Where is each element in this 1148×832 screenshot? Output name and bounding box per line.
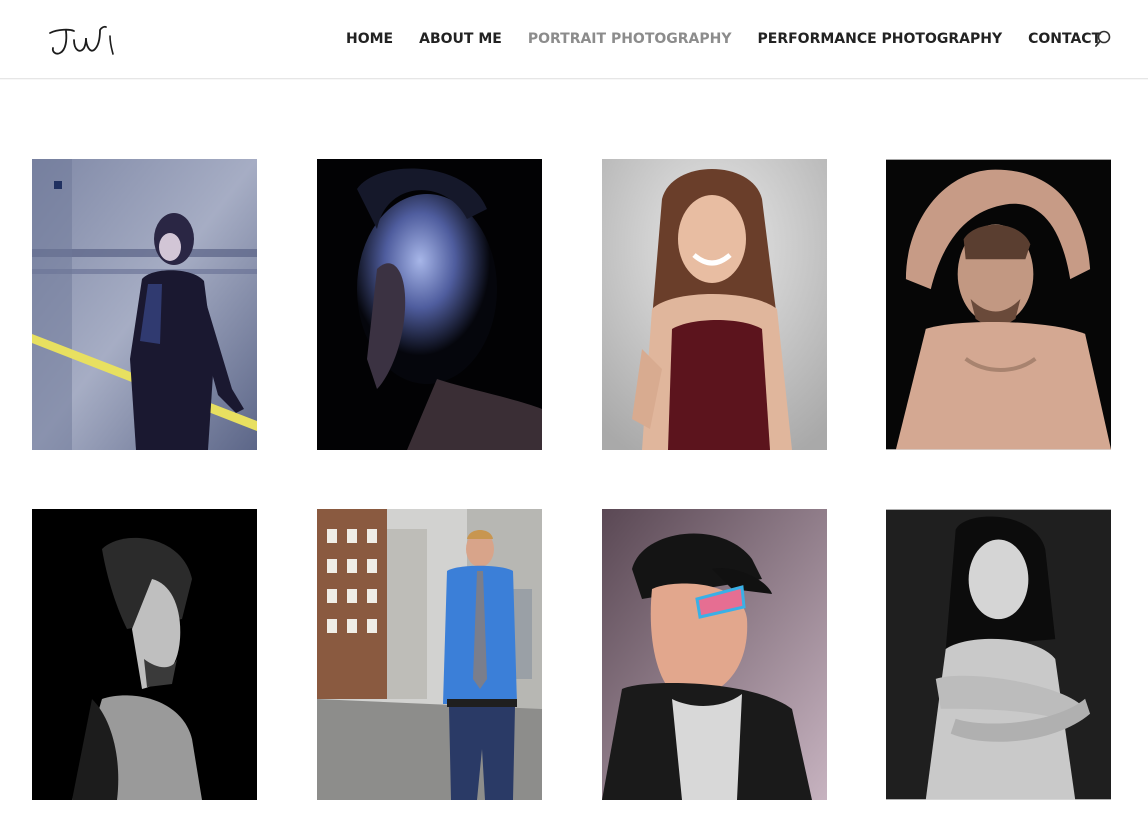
nav-contact[interactable]: CONTACT — [1028, 30, 1101, 48]
gallery-photo[interactable] — [32, 159, 257, 450]
photo-woman-against-wall — [32, 159, 257, 450]
gallery-photo[interactable] — [602, 509, 827, 800]
gallery-photo[interactable] — [886, 159, 1111, 450]
search-icon — [1095, 30, 1111, 47]
nav-about-me[interactable]: ABOUT ME — [419, 30, 502, 48]
site-header: HOME ABOUT ME PORTRAIT PHOTOGRAPHY PERFO… — [0, 0, 1148, 79]
gallery-photo[interactable] — [602, 159, 827, 450]
site-logo[interactable] — [44, 20, 118, 58]
gallery-photo[interactable] — [32, 509, 257, 800]
gallery-photo[interactable] — [886, 509, 1111, 800]
logo-signature-icon — [49, 25, 114, 55]
nav-home[interactable]: HOME — [346, 30, 393, 48]
search-button[interactable] — [1093, 29, 1113, 49]
photo-man-profile-bw — [32, 509, 257, 800]
photo-woman-bw — [886, 509, 1111, 800]
photo-woman-blue-light — [317, 159, 542, 450]
portrait-gallery — [0, 0, 1148, 832]
main-nav: HOME ABOUT ME PORTRAIT PHOTOGRAPHY PERFO… — [346, 30, 1127, 48]
nav-portrait-photography[interactable]: PORTRAIT PHOTOGRAPHY — [528, 30, 732, 48]
photo-shirtless-man — [886, 159, 1111, 450]
photo-man-cap-glasses — [602, 509, 827, 800]
gallery-photo[interactable] — [317, 159, 542, 450]
photo-smiling-woman — [602, 159, 827, 450]
nav-performance-photography[interactable]: PERFORMANCE PHOTOGRAPHY — [758, 30, 1003, 48]
gallery-photo[interactable] — [317, 509, 542, 800]
photo-man-blue-shirt — [317, 509, 542, 800]
